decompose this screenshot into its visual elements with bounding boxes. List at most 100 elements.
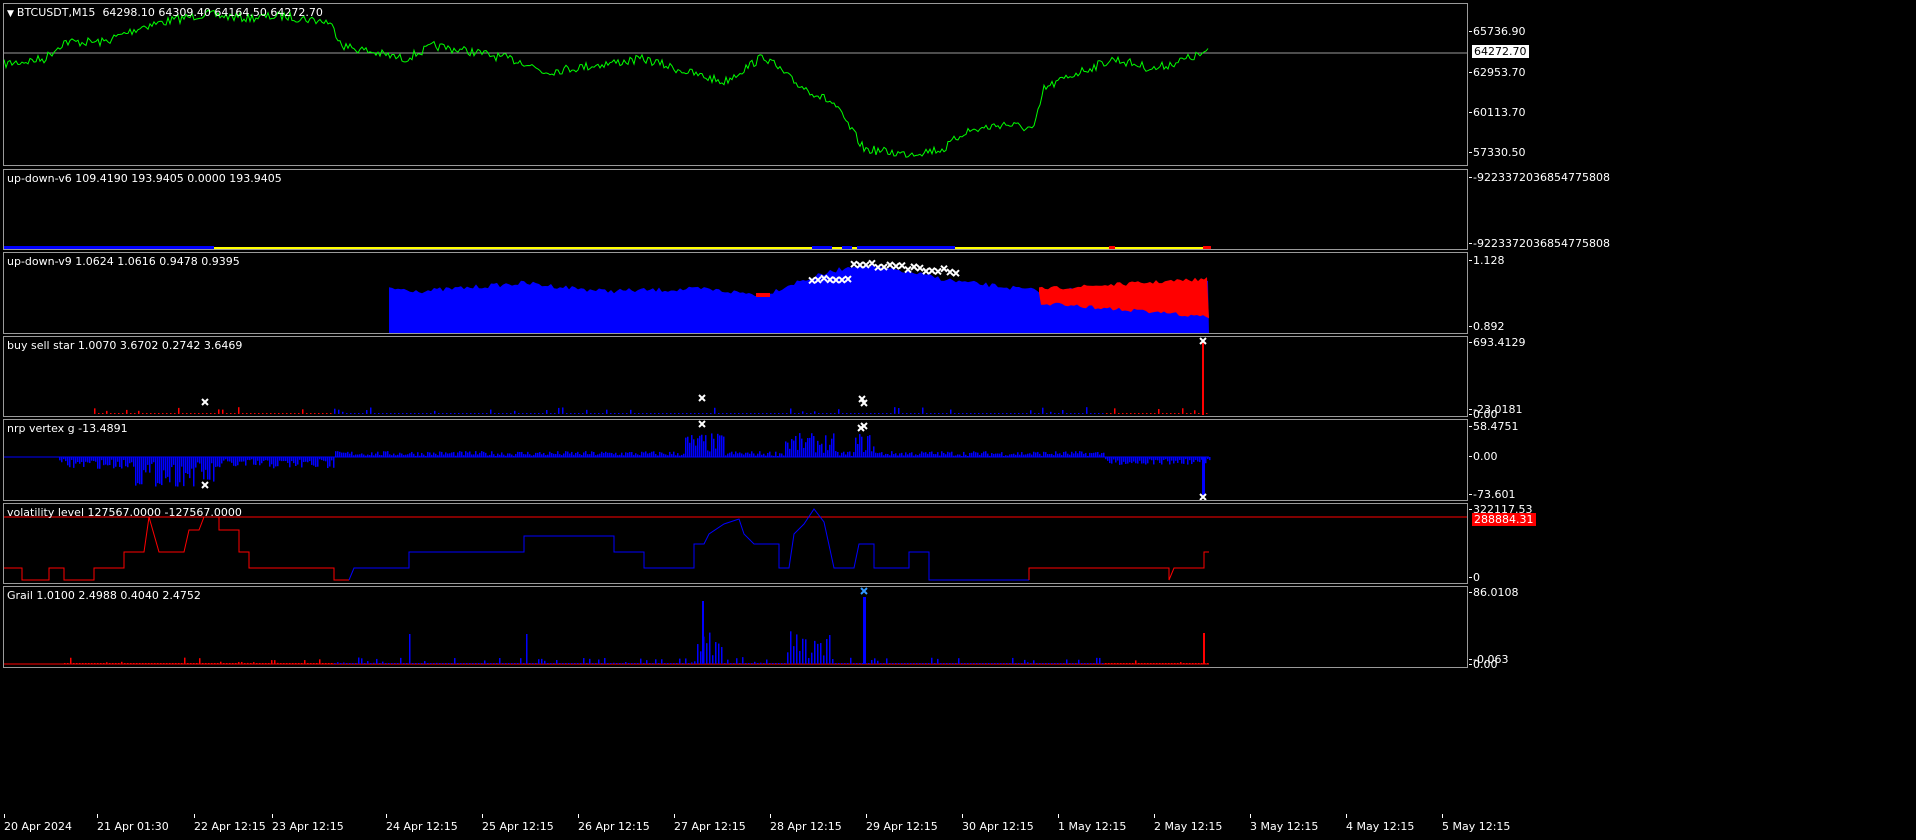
oscillator-bar [489,454,491,457]
signal-bar [812,246,832,249]
histogram-bar [184,657,186,664]
oscillator-bar [195,457,197,468]
oscillator-bar [997,453,999,457]
oscillator-bar [193,457,195,487]
histogram-bar [871,659,873,664]
histogram-bar [510,413,512,414]
time-label: 5 May 12:15 [1442,814,1511,833]
oscillator-bar [1151,457,1153,461]
oscillator-bar [547,454,549,457]
histogram-bar [138,410,140,414]
histogram-bar [127,663,129,664]
histogram-bar [439,663,441,664]
histogram-bar [892,663,894,664]
oscillator-bar [249,457,251,461]
oscillator-bar [585,451,587,457]
histogram-bar [662,413,664,414]
histogram-bar [787,652,789,664]
histogram-bar [338,409,340,414]
histogram-bar [954,413,956,414]
oscillator-bar [285,457,287,462]
oscillator-bar [155,457,157,487]
histogram-bar [355,663,357,664]
triangle-down-icon[interactable]: ▼ [7,9,14,19]
indicator-plot [4,420,1211,500]
histogram-bar [346,663,348,664]
histogram-bar [475,663,477,664]
histogram-bar [1086,407,1088,414]
histogram-bar [110,413,112,414]
oscillator-bar [627,452,629,457]
indicator-panel-volatility-level[interactable]: volatility level 127567.0000 -127567.000… [3,503,1468,584]
oscillator-bar [1163,457,1165,461]
time-label: 2 May 12:15 [1154,814,1223,833]
oscillator-bar [345,452,347,457]
histogram-bar [337,662,339,664]
oscillator-bar [1025,454,1027,457]
histogram-bar [805,639,807,664]
oscillator-bar [133,457,135,467]
indicator-panel-nrp-vertex-g[interactable]: nrp vertex g -13.4891 [3,419,1468,501]
indicator-panel-up-down-v9[interactable]: up-down-v9 1.0624 1.0616 0.9478 0.9395 [3,252,1468,334]
signal-bar [1203,246,1211,249]
oscillator-bar [1185,457,1187,460]
oscillator-bar [1095,452,1097,457]
oscillator-bar [1191,457,1193,465]
oscillator-bar [713,438,715,457]
histogram-bar [506,413,508,414]
oscillator-bar [973,451,975,457]
oscillator-bar [463,455,465,457]
histogram-bar [1026,413,1028,414]
histogram-bar [394,413,396,414]
oscillator-bar [1045,452,1047,457]
histogram-bar [914,413,916,414]
oscillator-bar [1173,457,1175,464]
histogram-bar [1206,413,1208,414]
price-chart-panel[interactable]: ▼ BTCUSDT,M15 64298.10 64309.40 64164.50 … [3,3,1468,166]
oscillator-bar [577,451,579,457]
histogram-bar [304,660,306,664]
oscillator-bar [225,457,227,460]
histogram-bar [518,413,520,414]
histogram-bar [938,413,940,414]
oscillator-bar [1193,457,1195,463]
oscillator-bar [541,454,543,457]
histogram-bar [382,413,384,414]
indicator-panel-buy-sell-star[interactable]: buy sell star 1.0070 3.6702 0.2742 3.646… [3,336,1468,417]
histogram-bar [98,413,100,414]
oscillator-bar [447,453,449,457]
spike-bar [1202,457,1205,495]
histogram-bar [817,643,819,664]
oscillator-bar [1199,457,1201,463]
oscillator-bar [317,457,319,467]
histogram-bar [606,409,608,414]
histogram-bar [1063,663,1065,664]
histogram-bar [1141,663,1143,664]
histogram-bar [974,413,976,414]
histogram-bar [79,663,81,664]
histogram-bar [1190,413,1192,414]
histogram-bar [294,413,296,414]
indicator-panel-up-down-v6[interactable]: up-down-v6 109.4190 193.9405 0.0000 193.… [3,169,1468,250]
oscillator-bar [71,457,73,460]
oscillator-bar [929,451,931,457]
oscillator-bar [161,457,163,486]
histogram-bar [931,657,933,664]
oscillator-bar [1107,457,1109,461]
histogram-bar [745,663,747,664]
indicator-panel-grail[interactable]: Grail 1.0100 2.4988 0.4040 2.4752 [3,586,1468,668]
histogram-bar [496,663,498,664]
oscillator-bar [513,455,515,457]
oscillator-bar [1139,457,1141,461]
oscillator-bar [443,454,445,457]
oscillator-bar [629,452,631,457]
histogram-bar [286,413,288,414]
oscillator-bar [965,454,967,457]
histogram-bar [382,661,384,664]
oscillator-bar [1155,457,1157,460]
histogram-bar [82,663,84,664]
histogram-bar [733,663,735,664]
oscillator-bar [727,453,729,457]
oscillator-bar [67,457,69,466]
oscillator-bar [305,457,307,462]
